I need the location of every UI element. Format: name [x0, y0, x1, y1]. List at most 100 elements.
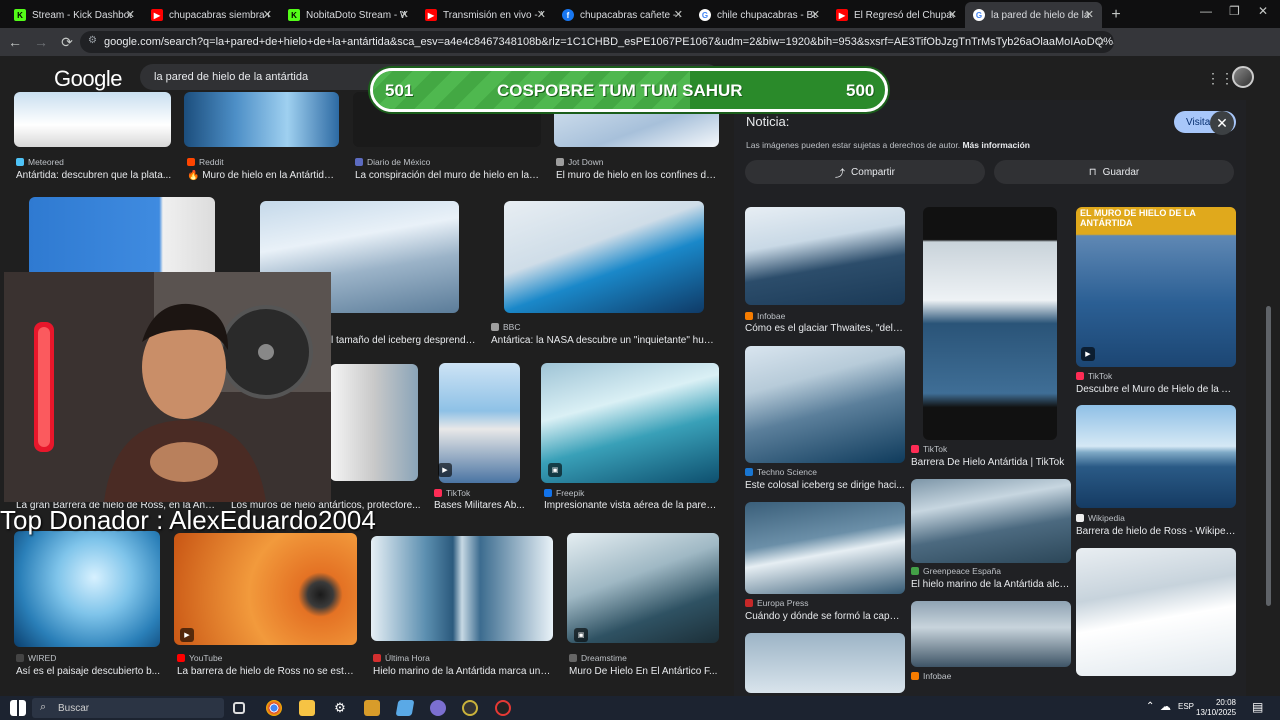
- result-source[interactable]: Última Hora: [373, 653, 430, 663]
- related-source[interactable]: Greenpeace España: [911, 566, 1001, 576]
- tab-chupacabras-siembra[interactable]: ▶ chupacabras siembra el p✕: [143, 2, 280, 28]
- related-source[interactable]: TikTok: [911, 444, 947, 454]
- site-info-icon[interactable]: ⚙: [88, 35, 97, 46]
- result-source[interactable]: Meteored: [16, 157, 64, 167]
- close-icon[interactable]: ✕: [400, 8, 409, 21]
- bookmark-star-icon[interactable]: ☆: [1095, 34, 1106, 48]
- related-image[interactable]: [923, 207, 1057, 440]
- result-image[interactable]: [174, 533, 357, 645]
- app-icon[interactable]: [495, 700, 511, 716]
- related-source[interactable]: Techno Science: [745, 467, 817, 477]
- tab-pared-hielo[interactable]: Gla pared de hielo de la an✕: [965, 2, 1102, 28]
- result-source[interactable]: BBC: [491, 322, 520, 332]
- related-image[interactable]: [1076, 405, 1236, 508]
- app-icon[interactable]: [462, 700, 478, 716]
- result-title[interactable]: Antártica: la NASA descubre un "inquieta…: [491, 335, 719, 346]
- result-source[interactable]: YouTube: [177, 653, 222, 663]
- close-panel-icon[interactable]: ✕: [1210, 111, 1234, 135]
- tab-regreso-chupacabras[interactable]: ▶ El Regresó del Chupacab✕: [828, 2, 965, 28]
- tab-chupacabras-canete[interactable]: f chupacabras cañete - Res✕: [554, 2, 691, 28]
- result-title[interactable]: Así es el paisaje descubierto b...: [16, 666, 161, 677]
- close-icon[interactable]: ✕: [948, 8, 957, 21]
- result-image[interactable]: [567, 533, 719, 643]
- related-title[interactable]: Barrera de hielo de Ross - Wikiped...: [1076, 526, 1236, 537]
- result-title[interactable]: El muro de hielo en los confines de...: [556, 170, 718, 181]
- result-source[interactable]: Jot Down: [556, 157, 603, 167]
- related-title[interactable]: Descubre el Muro de Hielo de la A...: [1076, 384, 1236, 395]
- related-image[interactable]: [745, 207, 905, 305]
- save-button[interactable]: ⊓ Guardar: [994, 160, 1234, 184]
- related-image[interactable]: [745, 633, 905, 693]
- more-info-link[interactable]: Más información: [962, 140, 1030, 150]
- media-player-icon[interactable]: [364, 700, 380, 716]
- window-close-icon[interactable]: ✕: [1258, 4, 1268, 18]
- close-icon[interactable]: ✕: [811, 8, 820, 21]
- result-title[interactable]: Impresionante vista aérea de la pared...: [544, 500, 719, 511]
- taskbar-search[interactable]: ⌕ Buscar: [32, 698, 224, 718]
- result-source[interactable]: WIRED: [16, 653, 56, 663]
- result-source[interactable]: Reddit: [187, 157, 224, 167]
- related-image[interactable]: [745, 346, 905, 463]
- result-image[interactable]: [371, 536, 553, 641]
- close-icon[interactable]: ✕: [263, 8, 272, 21]
- notification-icon[interactable]: ▤: [1252, 700, 1263, 714]
- related-source[interactable]: Wikipedia: [1076, 513, 1125, 523]
- obs-icon[interactable]: [430, 700, 446, 716]
- related-source[interactable]: Infobae: [911, 671, 951, 681]
- result-title[interactable]: l tamaño del iceberg desprendi...: [331, 335, 476, 346]
- result-image[interactable]: [14, 531, 160, 647]
- tray-chevron-icon[interactable]: ⌃: [1146, 701, 1154, 712]
- related-title[interactable]: El hielo marino de la Antártida alca...: [911, 579, 1071, 590]
- scrollbar[interactable]: [1266, 306, 1271, 606]
- result-title[interactable]: La barrera de hielo de Ross no se está..…: [177, 666, 357, 677]
- task-view-icon[interactable]: [233, 702, 245, 714]
- result-source[interactable]: Freepik: [544, 488, 584, 498]
- result-title[interactable]: 🔥 Muro de hielo en la Antártida ...: [187, 170, 337, 181]
- tab-transmision[interactable]: ▶ Transmisión en vivo - You✕: [417, 2, 554, 28]
- related-source[interactable]: TikTok: [1076, 371, 1112, 381]
- result-image[interactable]: [184, 92, 339, 147]
- account-avatar[interactable]: [1232, 66, 1254, 88]
- close-icon[interactable]: ✕: [126, 8, 135, 21]
- settings-icon[interactable]: ⚙: [332, 700, 348, 716]
- system-clock[interactable]: 20:08 13/10/2025: [1196, 698, 1236, 718]
- share-button[interactable]: ⤴ Compartir: [745, 160, 985, 184]
- close-icon[interactable]: ✕: [1085, 8, 1094, 21]
- related-source[interactable]: Europa Press: [745, 598, 809, 608]
- tab-chile-chupacabras[interactable]: Gchile chupacabras - Busca✕: [691, 2, 828, 28]
- back-icon[interactable]: ←: [4, 31, 26, 53]
- related-source[interactable]: Infobae: [745, 311, 785, 321]
- close-icon[interactable]: ✕: [537, 8, 546, 21]
- reload-icon[interactable]: ⟳: [56, 31, 78, 53]
- cloud-icon[interactable]: ☁: [1160, 700, 1171, 713]
- app-icon[interactable]: [395, 700, 415, 716]
- result-title[interactable]: Bases Militares Ab...: [434, 500, 529, 511]
- restore-icon[interactable]: ❐: [1229, 4, 1240, 18]
- result-source[interactable]: Dreamstime: [569, 653, 627, 663]
- result-image[interactable]: [14, 92, 171, 147]
- result-image[interactable]: [330, 364, 418, 481]
- file-explorer-icon[interactable]: [299, 700, 315, 716]
- related-image[interactable]: [911, 479, 1071, 563]
- related-title[interactable]: Barrera De Hielo Antártida | TikTok: [911, 457, 1071, 468]
- result-image[interactable]: [504, 201, 704, 313]
- result-source[interactable]: Diario de México: [355, 157, 430, 167]
- close-icon[interactable]: ✕: [674, 8, 683, 21]
- result-image[interactable]: [541, 363, 719, 483]
- result-title[interactable]: Antártida: descubren que la plata...: [16, 170, 176, 181]
- related-image[interactable]: [1076, 548, 1236, 676]
- result-image[interactable]: [29, 197, 215, 277]
- result-title[interactable]: La conspiración del muro de hielo en la …: [355, 170, 540, 181]
- result-title[interactable]: Hielo marino de la Antártida marca un r.…: [373, 666, 553, 677]
- google-logo[interactable]: Google: [54, 66, 122, 92]
- tab-kick-dashboard[interactable]: K Stream - Kick Dashboard✕: [6, 2, 143, 28]
- related-image[interactable]: [745, 502, 905, 594]
- related-image[interactable]: EL MURO DE HIELO DE LA ANTÁRTIDA: [1076, 207, 1236, 367]
- tab-nobitadoto[interactable]: K NobitaDoto Stream - Wat✕: [280, 2, 417, 28]
- forward-icon[interactable]: →: [30, 31, 52, 53]
- chrome-icon[interactable]: [266, 700, 282, 716]
- related-title[interactable]: Este colosal iceberg se dirige haci...: [745, 480, 905, 491]
- minimize-icon[interactable]: —: [1200, 4, 1212, 18]
- related-title[interactable]: Cómo es el glaciar Thwaites, "del J...: [745, 323, 905, 334]
- result-source[interactable]: TikTok: [434, 488, 470, 498]
